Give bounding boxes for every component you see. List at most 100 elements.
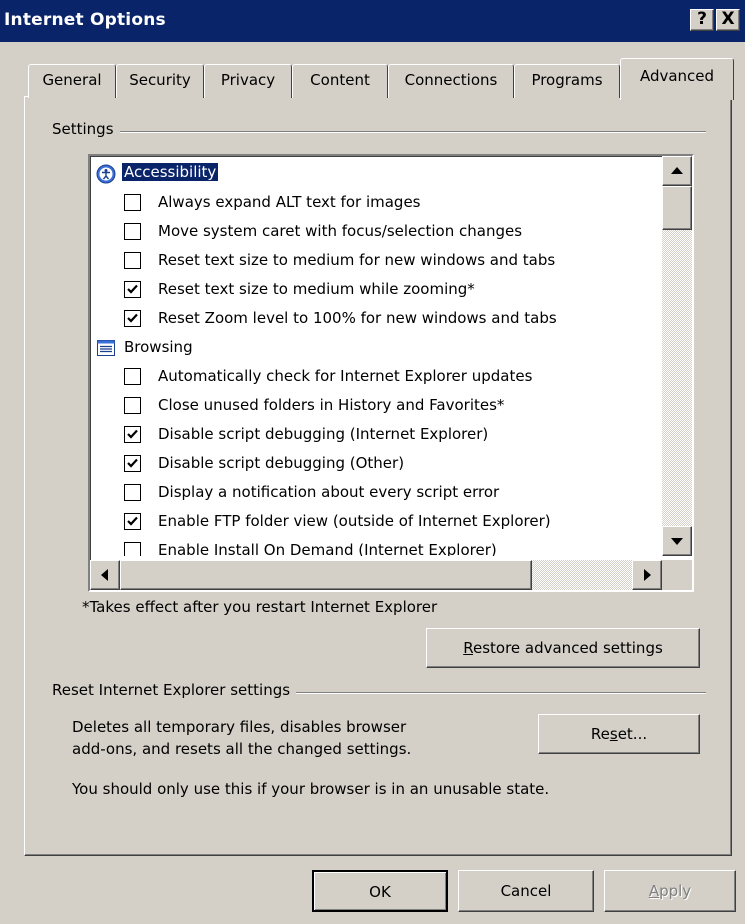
arrow-down-icon — [671, 538, 683, 545]
button-text: OK — [369, 883, 391, 901]
setting-checkbox[interactable] — [124, 426, 141, 443]
button-text: Cancel — [500, 882, 552, 900]
setting-label: Always expand ALT text for images — [158, 193, 421, 211]
settings-tree-viewport: Accessibility Always expand ALT text for… — [90, 156, 662, 556]
settings-tree-list[interactable]: Accessibility Always expand ALT text for… — [88, 154, 694, 592]
setting-checkbox[interactable] — [124, 455, 141, 472]
setting-checkbox-row[interactable]: Close unused folders in History and Favo… — [90, 392, 662, 421]
setting-checkbox[interactable] — [124, 223, 141, 240]
tab-connections[interactable]: Connections — [388, 64, 514, 98]
tab-label: Advanced — [639, 67, 715, 85]
setting-checkbox-row[interactable]: Enable Install On Demand (Internet Explo… — [90, 537, 662, 556]
tree-header-accessibility[interactable]: Accessibility — [90, 160, 662, 189]
title-bar[interactable]: Internet Options ? X — [0, 0, 745, 42]
setting-label: Enable Install On Demand (Internet Explo… — [158, 541, 497, 556]
scroll-up-button[interactable] — [662, 156, 692, 186]
setting-checkbox-row[interactable]: Disable script debugging (Other) — [90, 450, 662, 479]
settings-group-label: Settings — [52, 120, 120, 138]
horizontal-scrollbar[interactable] — [90, 560, 662, 590]
scroll-down-button[interactable] — [662, 526, 692, 556]
tab-privacy[interactable]: Privacy — [204, 64, 292, 98]
setting-checkbox-row[interactable]: Always expand ALT text for images — [90, 189, 662, 218]
checkmark-icon — [127, 313, 138, 323]
window-title: Internet Options — [4, 10, 166, 30]
tree-header-label: Browsing — [124, 338, 193, 356]
setting-checkbox[interactable] — [124, 484, 141, 501]
checkmark-icon — [127, 458, 138, 468]
ok-button[interactable]: OK — [312, 870, 448, 912]
setting-label: Close unused folders in History and Favo… — [158, 396, 505, 414]
scrollbar-corner — [662, 560, 692, 590]
setting-checkbox[interactable] — [124, 310, 141, 327]
reset-group-label: Reset Internet Explorer settings — [52, 681, 297, 699]
setting-label: Disable script debugging (Internet Explo… — [158, 425, 489, 443]
help-icon: ? — [697, 9, 707, 29]
checkmark-icon — [127, 284, 138, 294]
close-icon: X — [721, 9, 735, 29]
setting-checkbox-row[interactable]: Enable FTP folder view (outside of Inter… — [90, 508, 662, 537]
setting-checkbox-row[interactable]: Reset Zoom level to 100% for new windows… — [90, 305, 662, 334]
checkmark-icon — [127, 429, 138, 439]
vertical-scroll-thumb[interactable] — [662, 186, 692, 230]
button-text: et... — [617, 725, 648, 743]
setting-label: Disable script debugging (Other) — [158, 454, 405, 472]
setting-label: Automatically check for Internet Explore… — [158, 367, 533, 385]
setting-checkbox-row[interactable]: Disable script debugging (Internet Explo… — [90, 421, 662, 450]
browsing-page-icon — [97, 340, 115, 356]
setting-checkbox-row[interactable]: Reset text size to medium while zooming* — [90, 276, 662, 305]
button-accelerator: R — [463, 639, 473, 657]
button-accelerator: A — [648, 882, 660, 900]
setting-checkbox[interactable] — [124, 542, 141, 556]
tab-label: Privacy — [220, 71, 276, 89]
setting-checkbox[interactable] — [124, 281, 141, 298]
setting-label: Reset Zoom level to 100% for new windows… — [158, 309, 557, 327]
apply-button[interactable]: Apply — [604, 870, 736, 912]
setting-checkbox[interactable] — [124, 252, 141, 269]
checkmark-icon — [127, 516, 138, 526]
close-button[interactable]: X — [716, 9, 740, 31]
tab-label: Content — [310, 71, 370, 89]
button-text: Re — [590, 725, 610, 743]
accessibility-icon — [96, 164, 116, 184]
setting-checkbox-row[interactable]: Move system caret with focus/selection c… — [90, 218, 662, 247]
setting-label: Enable FTP folder view (outside of Inter… — [158, 512, 551, 530]
scroll-right-button[interactable] — [632, 560, 662, 590]
tab-security[interactable]: Security — [116, 64, 204, 98]
tab-label: Security — [129, 71, 191, 89]
setting-checkbox-row[interactable]: Reset text size to medium for new window… — [90, 247, 662, 276]
help-button[interactable]: ? — [690, 9, 714, 31]
setting-label: Display a notification about every scrip… — [158, 483, 500, 501]
arrow-right-icon — [644, 569, 651, 581]
setting-checkbox-row[interactable]: Automatically check for Internet Explore… — [90, 363, 662, 392]
setting-checkbox[interactable] — [124, 368, 141, 385]
vertical-scrollbar[interactable] — [662, 156, 692, 556]
cancel-button[interactable]: Cancel — [458, 870, 594, 912]
tab-label: General — [42, 71, 102, 89]
setting-label: Reset text size to medium for new window… — [158, 251, 556, 269]
settings-group-frame — [56, 131, 706, 133]
setting-checkbox-row[interactable]: Display a notification about every scrip… — [90, 479, 662, 508]
tab-programs[interactable]: Programs — [514, 64, 620, 98]
arrow-left-icon — [101, 569, 108, 581]
button-accelerator: s — [609, 725, 618, 743]
tab-general[interactable]: General — [28, 64, 116, 98]
tree-header-label: Accessibility — [122, 163, 219, 181]
arrow-up-icon — [671, 167, 683, 174]
setting-label: Move system caret with focus/selection c… — [158, 222, 523, 240]
reset-button[interactable]: Reset... — [538, 714, 700, 754]
button-text: estore advanced settings — [472, 639, 663, 657]
setting-checkbox[interactable] — [124, 194, 141, 211]
reset-warning: You should only use this if your browser… — [72, 780, 550, 798]
tab-advanced[interactable]: Advanced — [620, 58, 734, 100]
horizontal-scroll-thumb[interactable] — [120, 560, 532, 590]
tab-label: Connections — [404, 71, 498, 89]
setting-checkbox[interactable] — [124, 513, 141, 530]
setting-checkbox[interactable] — [124, 397, 141, 414]
restore-advanced-settings-button[interactable]: Restore advanced settings — [426, 628, 700, 668]
tab-content[interactable]: Content — [292, 64, 388, 98]
reset-description-line1: Deletes all temporary files, disables br… — [72, 718, 407, 736]
reset-description-line2: add-ons, and resets all the changed sett… — [72, 740, 412, 758]
internet-options-dialog: Internet Options ? X General Security Pr… — [0, 0, 745, 924]
tree-header-browsing[interactable]: Browsing — [90, 334, 662, 363]
scroll-left-button[interactable] — [90, 560, 120, 590]
